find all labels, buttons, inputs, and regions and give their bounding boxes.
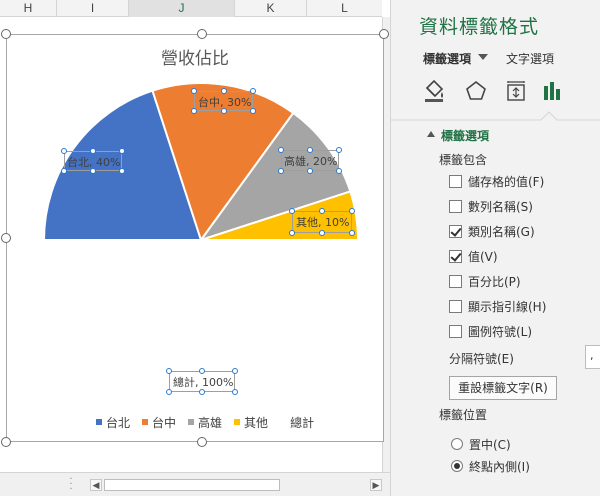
data-label-total[interactable]: 總計, 100% [173,374,233,390]
checkbox-cell-value[interactable] [449,174,462,188]
option-cell-value[interactable]: 儲存格的值(F) [449,173,544,189]
data-label-handle-others[interactable] [349,230,355,236]
data-label-handle-taipei[interactable] [119,148,125,154]
legend-entry-taipei[interactable]: 台北 [96,414,130,431]
data-label-handle-kaohsiung[interactable] [278,147,284,153]
data-label-handle-kaohsiung[interactable] [307,147,313,153]
scroll-left-icon[interactable]: ◀ [90,479,102,491]
data-label-handle-total[interactable] [199,368,205,374]
data-label-handle-taipei[interactable] [90,148,96,154]
legend-swatch-total [280,419,286,425]
data-label-handle-taichung[interactable] [191,88,197,94]
position-inside-end-label: 終點內側(I) [469,459,530,474]
data-label-handle-total[interactable] [232,368,238,374]
data-label-handle-taipei[interactable] [119,168,125,174]
position-inside-end[interactable]: 終點內側(I) [451,458,530,474]
checkbox-leader-lines[interactable] [449,299,462,313]
fill-line-icon[interactable] [421,78,447,104]
data-label-handle-others[interactable] [319,208,325,214]
data-label-handle-taichung[interactable] [220,108,227,114]
position-center-label: 置中(C) [469,437,511,452]
chevron-down-icon[interactable] [478,54,488,60]
option-percentage-label: 百分比(P) [468,274,521,289]
legend-swatch-others [234,419,241,425]
chart-legend[interactable]: 台北 台中 高雄 其他 總計 [96,414,314,430]
scroll-right-icon[interactable]: ▶ [370,479,382,491]
legend-swatch-kaohsiung [188,419,195,425]
checkbox-percentage[interactable] [449,274,462,288]
data-label-handle-kaohsiung[interactable] [336,168,342,174]
data-label-handle-kaohsiung[interactable] [278,168,284,174]
data-label-handle-total[interactable] [166,389,172,395]
data-label-handle-total[interactable] [166,368,172,374]
section-label-options-title[interactable]: 標籤選項 [441,127,489,144]
collapse-triangle-icon[interactable] [427,131,435,137]
legend-entry-others[interactable]: 其他 [234,414,268,431]
tab-text-options[interactable]: 文字選項 [506,50,554,67]
data-label-handle-taipei[interactable] [90,168,96,174]
legend-entry-kaohsiung[interactable]: 高雄 [188,414,222,431]
option-legend-key[interactable]: 圖例符號(L) [449,323,532,339]
data-label-handle-taichung[interactable] [250,88,256,94]
option-category-name[interactable]: 類別名稱(G) [449,223,535,239]
separator-dropdown[interactable]: , [585,345,600,369]
option-value[interactable]: 值(V) [449,248,498,264]
legend-swatch-taichung [142,419,149,425]
legend-label-taichung: 台中 [152,415,177,430]
data-label-handle-kaohsiung[interactable] [307,168,313,174]
effects-pentagon-icon[interactable] [463,78,489,104]
data-label-handle-taichung[interactable] [220,88,227,94]
radio-inside-end[interactable] [451,460,463,472]
option-category-name-label: 類別名稱(G) [468,224,535,239]
pane-tab-divider [391,111,600,121]
half-pie-chart [42,82,360,243]
label-contains-heading: 標籤包含 [439,153,488,167]
data-label-handle-others[interactable] [349,208,355,214]
legend-swatch-taipei [96,419,102,425]
checkbox-category-name[interactable] [449,224,462,238]
data-label-handle-others[interactable] [319,230,325,236]
data-label-handle-taipei[interactable] [61,168,67,174]
position-center[interactable]: 置中(C) [451,436,511,452]
pane-title: 資料標籤格式 [419,16,540,38]
option-leader-lines[interactable]: 顯示指引線(H) [449,298,546,314]
legend-label-others: 其他 [244,415,269,430]
tab-label-options[interactable]: 標籤選項 [423,50,471,67]
data-label-handle-total[interactable] [232,389,238,395]
checkbox-legend-key[interactable] [449,324,462,338]
option-leader-lines-label: 顯示指引線(H) [468,299,547,314]
option-series-name[interactable]: 數列名稱(S) [449,198,533,214]
data-label-handle-others[interactable] [289,208,295,214]
option-series-name-label: 數列名稱(S) [468,199,533,214]
label-options-bar-chart-icon[interactable] [539,78,565,104]
legend-label-taipei: 台北 [106,415,131,430]
data-label-kaohsiung[interactable]: 高雄, 20% [284,153,337,169]
legend-label-kaohsiung: 高雄 [198,415,223,430]
horizontal-scroll-thumb[interactable] [104,479,280,491]
legend-label-total: 總計 [290,415,315,430]
legend-entry-total[interactable]: 總計 [280,414,314,431]
spreadsheet-area: H I J K L 營收佔比 台北, 40% 台中, 30% 高雄, 20% 其… [0,0,390,496]
size-properties-icon[interactable] [503,78,529,104]
data-label-handle-taipei[interactable] [61,148,67,154]
split-handle-icon[interactable]: · · · [66,475,76,495]
checkbox-series-name[interactable] [449,199,462,213]
data-label-handle-taichung[interactable] [191,108,197,114]
option-cell-value-label: 儲存格的值(F) [468,174,545,189]
option-legend-key-label: 圖例符號(L) [468,324,533,339]
legend-entry-taichung[interactable]: 台中 [142,414,176,431]
data-label-handle-kaohsiung[interactable] [336,147,342,153]
option-value-label: 值(V) [468,249,498,264]
data-label-others[interactable]: 其他, 10% [296,214,349,230]
data-label-handle-others[interactable] [289,230,295,236]
reset-label-text-button[interactable]: 重設標籤文字(R) [449,376,557,400]
option-percentage[interactable]: 百分比(P) [449,273,521,289]
format-data-labels-pane: 資料標籤格式 標籤選項 文字選項 標籤選項 標籤包含 儲存格的值(F) 數列名稱… [390,0,600,496]
data-label-handle-taichung[interactable] [250,108,256,114]
checkbox-value[interactable] [449,249,462,263]
radio-center[interactable] [451,438,463,450]
separator-label: 分隔符號(E) [449,352,514,366]
label-position-heading: 標籤位置 [439,408,488,422]
data-label-handle-total[interactable] [199,389,205,395]
